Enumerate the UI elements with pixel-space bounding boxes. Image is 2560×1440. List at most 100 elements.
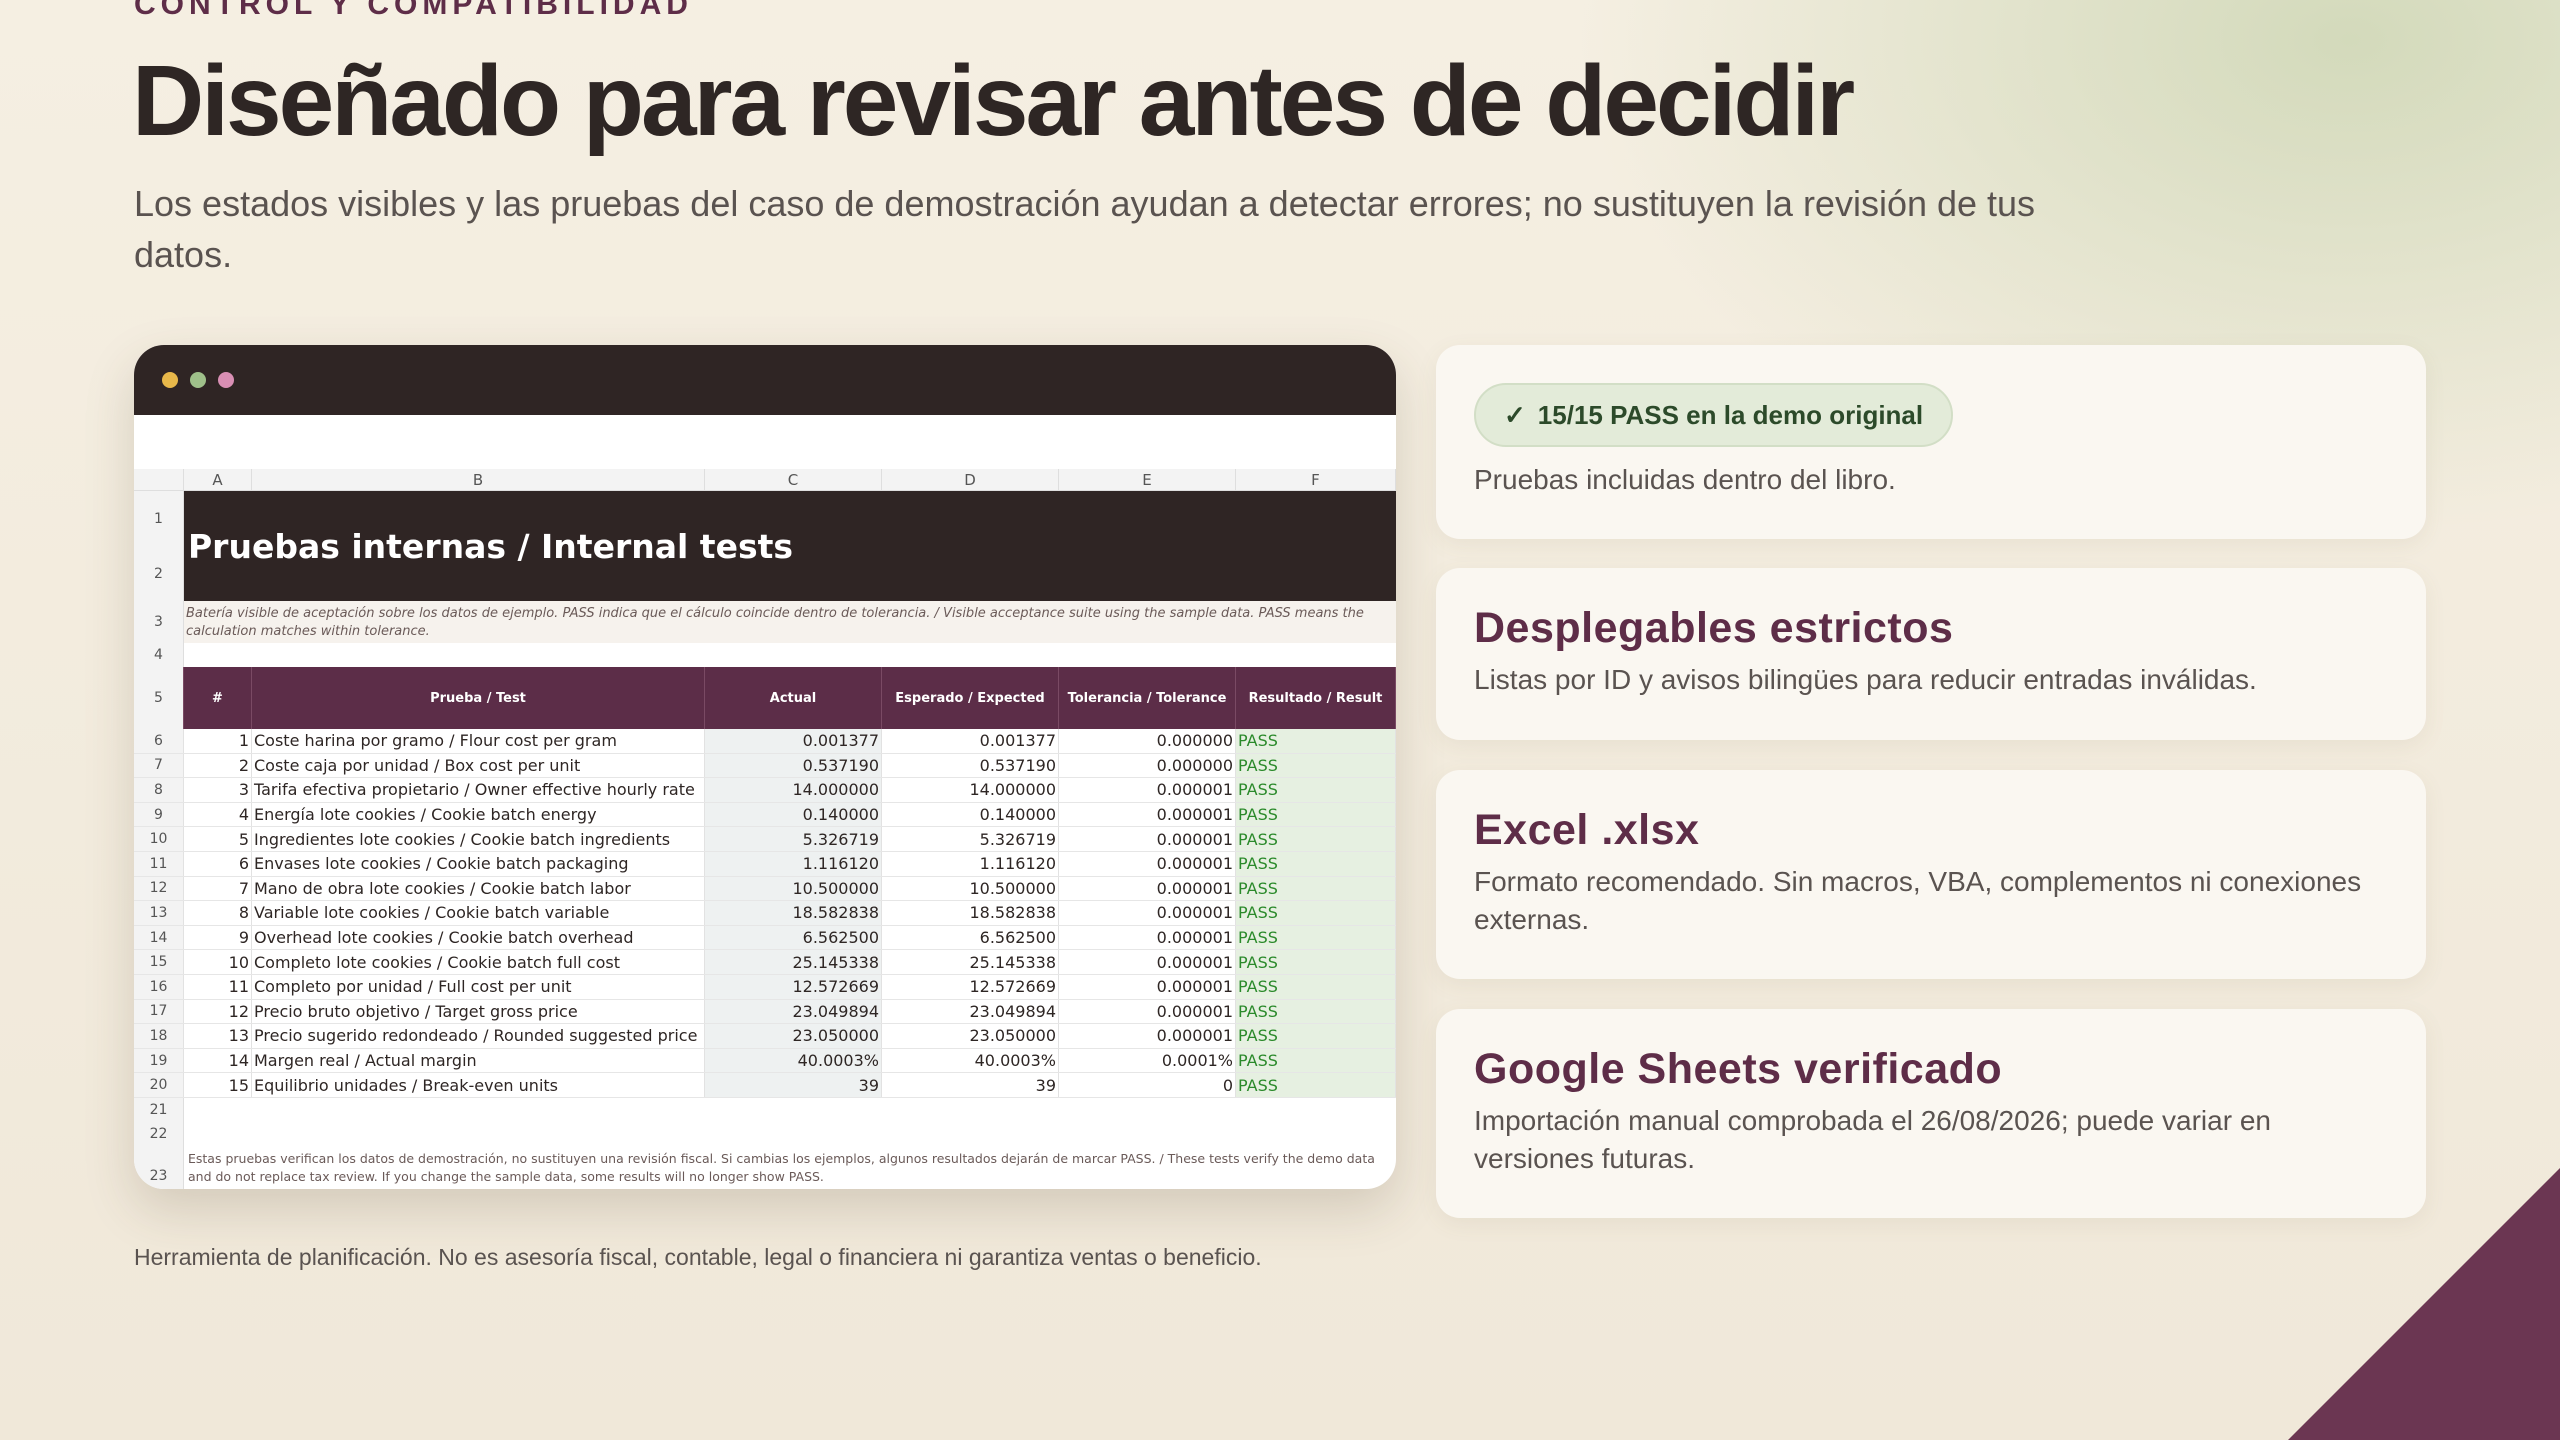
- cell-tolerance[interactable]: 0.000001: [1059, 851, 1236, 876]
- cell-index[interactable]: 2: [184, 753, 252, 778]
- cell-index[interactable]: 8: [184, 901, 252, 925]
- cell-actual[interactable]: 0.537190: [705, 753, 882, 778]
- cell-result[interactable]: PASS: [1236, 729, 1396, 753]
- cell-result[interactable]: PASS: [1236, 999, 1396, 1024]
- cell-index[interactable]: 5: [184, 827, 252, 851]
- cell-expected[interactable]: 23.050000: [882, 1024, 1059, 1048]
- cell-result[interactable]: PASS: [1236, 802, 1396, 827]
- cell-tolerance[interactable]: 0.000000: [1059, 753, 1236, 778]
- cell-result[interactable]: PASS: [1236, 1073, 1396, 1097]
- cell-index[interactable]: 4: [184, 802, 252, 827]
- cell-expected[interactable]: 12.572669: [882, 974, 1059, 999]
- cell-test[interactable]: Energía lote cookies / Cookie batch ener…: [252, 802, 705, 827]
- cell-result[interactable]: PASS: [1236, 1048, 1396, 1073]
- cell-actual[interactable]: 6.562500: [705, 925, 882, 950]
- cell-expected[interactable]: 25.145338: [882, 950, 1059, 974]
- cell-index[interactable]: 11: [184, 974, 252, 999]
- cell-tolerance[interactable]: 0.000000: [1059, 729, 1236, 753]
- cell-test[interactable]: Ingredientes lote cookies / Cookie batch…: [252, 827, 705, 851]
- cell-expected[interactable]: 0.001377: [882, 729, 1059, 753]
- header-cell[interactable]: Esperado / Expected: [882, 667, 1059, 729]
- cell-result[interactable]: PASS: [1236, 950, 1396, 974]
- cell-tolerance[interactable]: 0: [1059, 1073, 1236, 1097]
- cell-expected[interactable]: 39: [882, 1073, 1059, 1097]
- column-header[interactable]: A: [184, 469, 252, 490]
- cell-result[interactable]: PASS: [1236, 778, 1396, 802]
- cell-test[interactable]: Precio sugerido redondeado / Rounded sug…: [252, 1024, 705, 1048]
- cell-tolerance[interactable]: 0.0001%: [1059, 1048, 1236, 1073]
- column-header[interactable]: C: [705, 469, 882, 490]
- header-cell[interactable]: Prueba / Test: [252, 667, 705, 729]
- cell-actual[interactable]: 23.049894: [705, 999, 882, 1024]
- cell-test[interactable]: Precio bruto objetivo / Target gross pri…: [252, 999, 705, 1024]
- cell-test[interactable]: Coste harina por gramo / Flour cost per …: [252, 729, 705, 753]
- cell-result[interactable]: PASS: [1236, 876, 1396, 901]
- cell-tolerance[interactable]: 0.000001: [1059, 1024, 1236, 1048]
- header-cell[interactable]: Tolerancia / Tolerance: [1059, 667, 1236, 729]
- header-cell[interactable]: #: [184, 667, 252, 729]
- cell-expected[interactable]: 1.116120: [882, 851, 1059, 876]
- cell-test[interactable]: Completo lote cookies / Cookie batch ful…: [252, 950, 705, 974]
- cell-tolerance[interactable]: 0.000001: [1059, 802, 1236, 827]
- column-header[interactable]: D: [882, 469, 1059, 490]
- cell-index[interactable]: 3: [184, 778, 252, 802]
- cell-index[interactable]: 15: [184, 1073, 252, 1097]
- cell-actual[interactable]: 12.572669: [705, 974, 882, 999]
- cell-test[interactable]: Overhead lote cookies / Cookie batch ove…: [252, 925, 705, 950]
- column-header[interactable]: B: [252, 469, 705, 490]
- cell-actual[interactable]: 25.145338: [705, 950, 882, 974]
- cell-result[interactable]: PASS: [1236, 851, 1396, 876]
- cell-expected[interactable]: 14.000000: [882, 778, 1059, 802]
- column-header[interactable]: E: [1059, 469, 1236, 490]
- cell-tolerance[interactable]: 0.000001: [1059, 876, 1236, 901]
- cell-expected[interactable]: 23.049894: [882, 999, 1059, 1024]
- cell-result[interactable]: PASS: [1236, 827, 1396, 851]
- cell-expected[interactable]: 6.562500: [882, 925, 1059, 950]
- cell-test[interactable]: Completo por unidad / Full cost per unit: [252, 974, 705, 999]
- cell-actual[interactable]: 14.000000: [705, 778, 882, 802]
- cell-actual[interactable]: 39: [705, 1073, 882, 1097]
- cell-index[interactable]: 13: [184, 1024, 252, 1048]
- cell-index[interactable]: 9: [184, 925, 252, 950]
- sheet-description[interactable]: Batería visible de aceptación sobre los …: [184, 601, 1396, 643]
- cell-tolerance[interactable]: 0.000001: [1059, 999, 1236, 1024]
- cell-index[interactable]: 7: [184, 876, 252, 901]
- header-cell[interactable]: Resultado / Result: [1236, 667, 1396, 729]
- sheet-title[interactable]: Pruebas internas / Internal tests: [184, 491, 1396, 601]
- cell-test[interactable]: Margen real / Actual margin: [252, 1048, 705, 1073]
- cell-test[interactable]: Tarifa efectiva propietario / Owner effe…: [252, 778, 705, 802]
- cell-test[interactable]: Equilibrio unidades / Break-even units: [252, 1073, 705, 1097]
- cell-actual[interactable]: 18.582838: [705, 901, 882, 925]
- cell-test[interactable]: Mano de obra lote cookies / Cookie batch…: [252, 876, 705, 901]
- sheet-footer-note[interactable]: Estas pruebas verifican los datos de dem…: [184, 1146, 1396, 1189]
- cell-expected[interactable]: 5.326719: [882, 827, 1059, 851]
- cell-actual[interactable]: 0.140000: [705, 802, 882, 827]
- cell-tolerance[interactable]: 0.000001: [1059, 950, 1236, 974]
- cell-test[interactable]: Coste caja por unidad / Box cost per uni…: [252, 753, 705, 778]
- cell-expected[interactable]: 10.500000: [882, 876, 1059, 901]
- cell-tolerance[interactable]: 0.000001: [1059, 974, 1236, 999]
- cell-index[interactable]: 12: [184, 999, 252, 1024]
- cell-tolerance[interactable]: 0.000001: [1059, 827, 1236, 851]
- cell-index[interactable]: 14: [184, 1048, 252, 1073]
- cell-test[interactable]: Envases lote cookies / Cookie batch pack…: [252, 851, 705, 876]
- cell-index[interactable]: 6: [184, 851, 252, 876]
- cell-expected[interactable]: 0.140000: [882, 802, 1059, 827]
- cell-expected[interactable]: 18.582838: [882, 901, 1059, 925]
- cell-tolerance[interactable]: 0.000001: [1059, 778, 1236, 802]
- cell-actual[interactable]: 23.050000: [705, 1024, 882, 1048]
- cell-index[interactable]: 10: [184, 950, 252, 974]
- cell-result[interactable]: PASS: [1236, 901, 1396, 925]
- cell-index[interactable]: 1: [184, 729, 252, 753]
- cell-result[interactable]: PASS: [1236, 925, 1396, 950]
- cell-expected[interactable]: 0.537190: [882, 753, 1059, 778]
- cell-actual[interactable]: 40.0003%: [705, 1048, 882, 1073]
- column-header[interactable]: F: [1236, 469, 1396, 490]
- cell-tolerance[interactable]: 0.000001: [1059, 925, 1236, 950]
- cell-actual[interactable]: 10.500000: [705, 876, 882, 901]
- cell-result[interactable]: PASS: [1236, 1024, 1396, 1048]
- cell-expected[interactable]: 40.0003%: [882, 1048, 1059, 1073]
- cell-test[interactable]: Variable lote cookies / Cookie batch var…: [252, 901, 705, 925]
- cell-tolerance[interactable]: 0.000001: [1059, 901, 1236, 925]
- cell-actual[interactable]: 5.326719: [705, 827, 882, 851]
